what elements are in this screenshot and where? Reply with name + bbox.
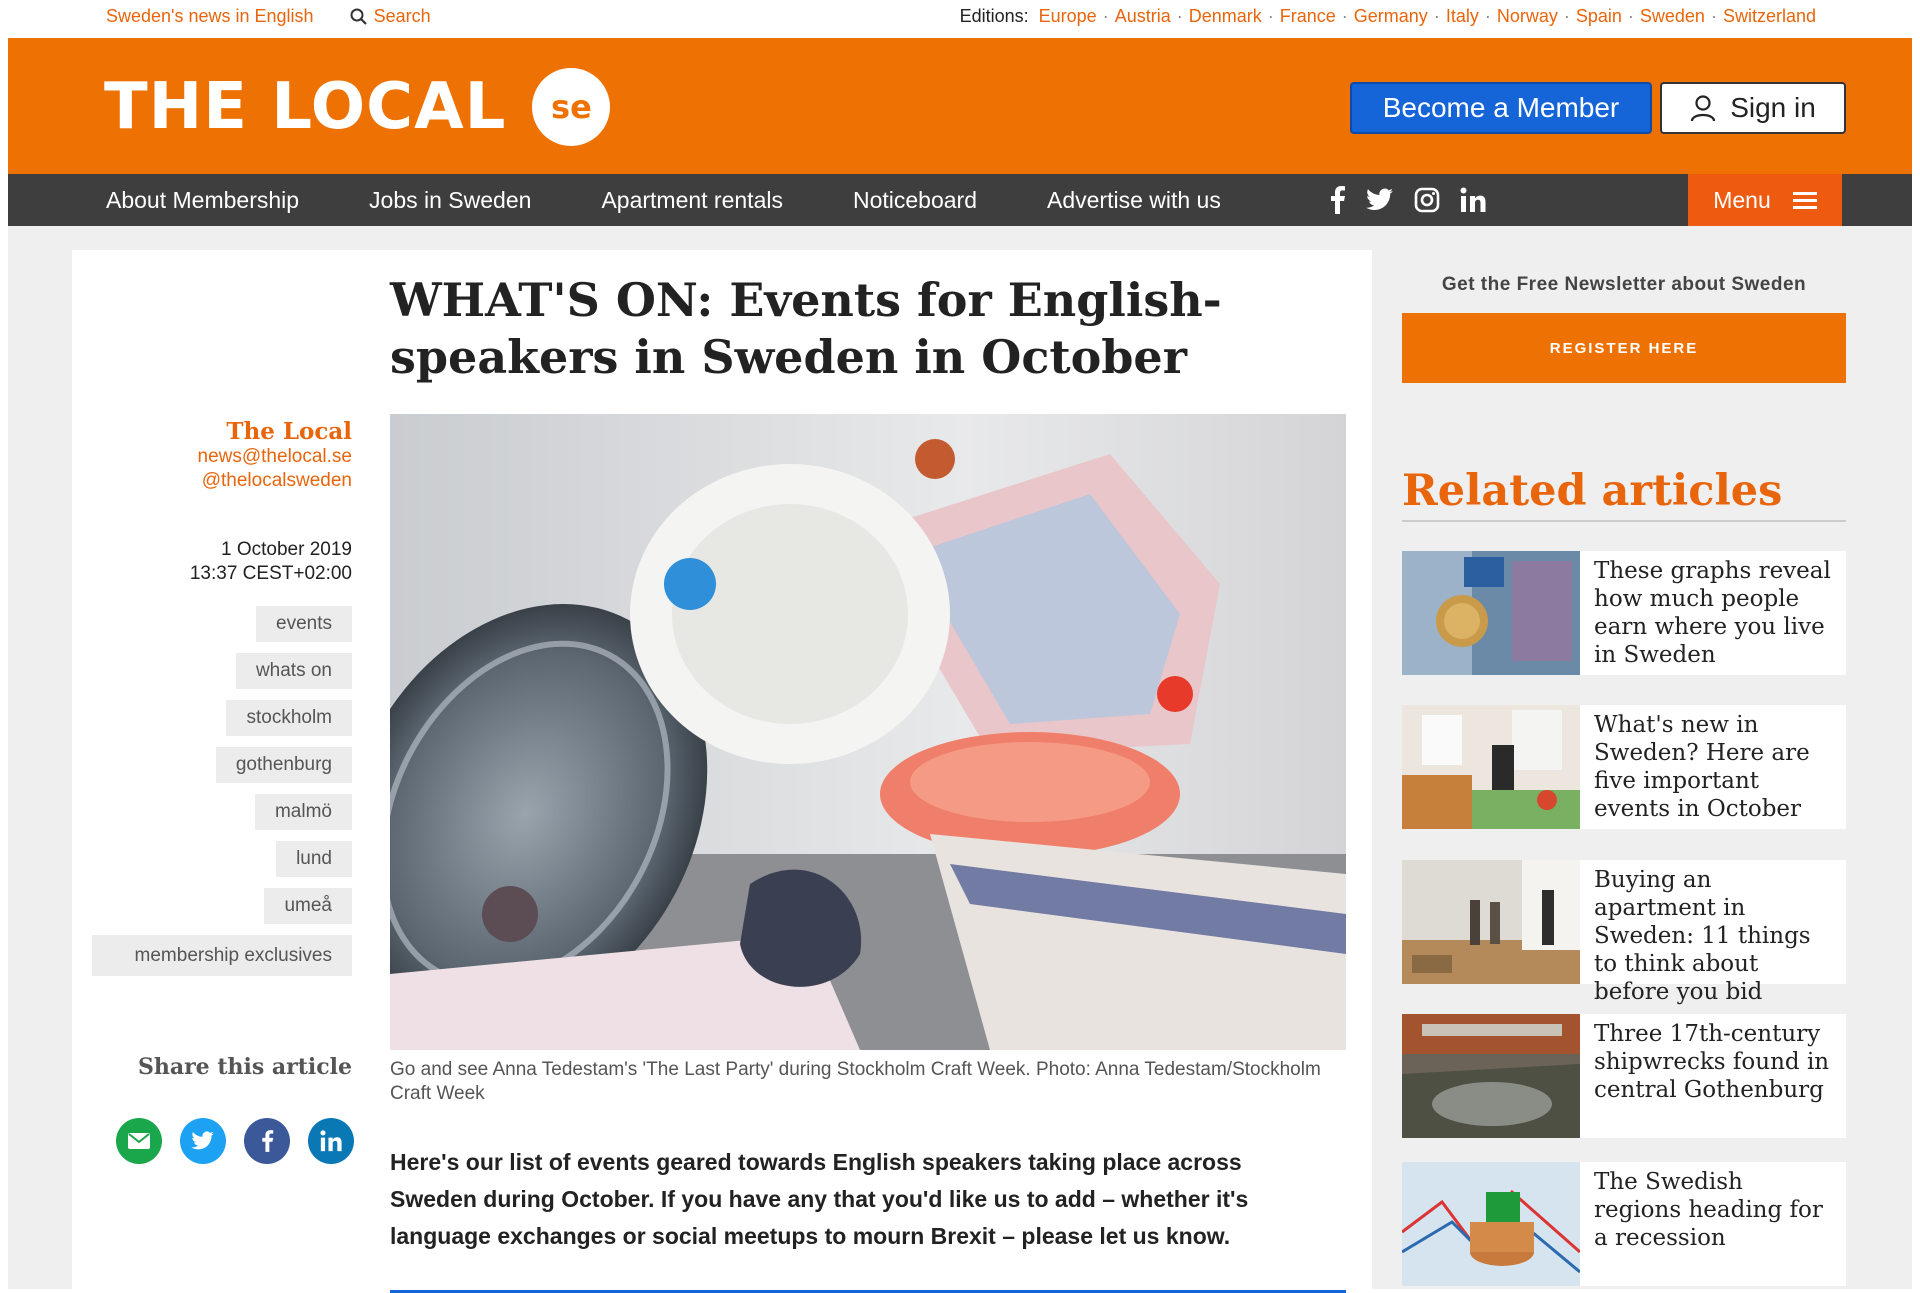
share-linkedin-button[interactable] [308, 1118, 354, 1164]
utility-bar: Sweden's news in English Search Editions… [0, 0, 1920, 36]
related-article-2[interactable]: What's new in Sweden? Here are five impo… [1402, 705, 1846, 829]
related-title: These graphs reveal how much people earn… [1594, 558, 1831, 668]
editions-label: Editions: [959, 6, 1029, 26]
user-icon [1691, 95, 1716, 122]
edition-germany[interactable]: Germany [1354, 6, 1428, 27]
share-buttons [116, 1118, 354, 1164]
tag-list: events whats on stockholm gothenburg mal… [92, 606, 352, 976]
edition-denmark[interactable]: Denmark [1189, 6, 1262, 27]
tag-stockholm[interactable]: stockholm [226, 700, 352, 736]
search-label: Search [373, 6, 431, 26]
image-caption: Go and see Anna Tedestam's 'The Last Par… [390, 1059, 1321, 1104]
edition-europe[interactable]: Europe [1039, 6, 1097, 27]
become-member-button[interactable]: Become a Member [1350, 82, 1652, 134]
masthead: THE LOCAL se Become a Member Sign in [8, 38, 1912, 174]
search-icon [350, 8, 367, 25]
tag-whats-on[interactable]: whats on [235, 653, 352, 689]
twitter-icon[interactable] [1366, 188, 1394, 212]
sign-in-button[interactable]: Sign in [1660, 82, 1846, 134]
tag-umea[interactable]: umeå [264, 888, 352, 924]
tag-gothenburg[interactable]: gothenburg [215, 747, 352, 783]
hamburger-icon [1792, 192, 1817, 209]
sign-in-label: Sign in [1730, 92, 1816, 123]
edition-sweden[interactable]: Sweden [1640, 6, 1705, 27]
edition-italy[interactable]: Italy [1446, 6, 1479, 27]
newsletter-label: Get the Free Newsletter about Sweden [1441, 274, 1807, 295]
main-nav: About Membership Jobs in Sweden Apartmen… [8, 174, 1912, 226]
linkedin-icon[interactable] [1460, 187, 1486, 213]
share-twitter-button[interactable] [180, 1118, 226, 1164]
logo-badge: se [532, 68, 611, 146]
twitter-icon [191, 1131, 214, 1150]
tagline-link[interactable]: Sweden's news in English [106, 6, 314, 27]
facebook-icon[interactable] [1328, 186, 1346, 214]
related-articles-heading: Related articles [1402, 466, 1783, 516]
edition-france[interactable]: France [1280, 6, 1336, 27]
author-block: The Local news@thelocal.se @thelocalswed… [120, 418, 352, 493]
related-title: What's new in Sweden? Here are five impo… [1594, 712, 1810, 822]
article-title: WHAT'S ON: Events for English-speakers i… [390, 273, 1222, 384]
logo-wordmark: THE LOCAL [104, 70, 507, 144]
site-logo[interactable]: THE LOCAL se [104, 68, 611, 146]
related-thumbnail [1402, 1014, 1580, 1138]
related-title: Buying an apartment in Sweden: 11 things… [1594, 867, 1811, 1005]
tag-membership-exclusives[interactable]: membership exclusives [92, 935, 352, 976]
nav-advertise[interactable]: Advertise with us [1047, 187, 1221, 214]
article-hero-image [390, 414, 1346, 1050]
tag-lund[interactable]: lund [276, 841, 352, 877]
date-line: 1 October 2019 [221, 539, 352, 560]
instagram-icon[interactable] [1414, 187, 1440, 213]
share-email-button[interactable] [116, 1118, 162, 1164]
article-lede: Here's our list of events geared towards… [390, 1149, 1249, 1249]
email-icon [128, 1133, 150, 1149]
related-article-3[interactable]: Buying an apartment in Sweden: 11 things… [1402, 860, 1846, 1005]
related-article-5[interactable]: The Swedish regions heading for a recess… [1402, 1162, 1846, 1286]
related-thumbnail [1402, 551, 1580, 675]
publish-date: 1 October 2019 13:37 CEST+02:00 [120, 538, 352, 586]
nav-jobs[interactable]: Jobs in Sweden [369, 187, 531, 214]
newsletter-register-button[interactable]: REGISTER HERE [1402, 313, 1846, 383]
related-title: Three 17th-century shipwrecks found in c… [1594, 1021, 1830, 1103]
menu-label: Menu [1713, 186, 1771, 213]
edition-austria[interactable]: Austria [1115, 6, 1171, 27]
search-link[interactable]: Search [350, 6, 431, 27]
share-label: Share this article [137, 1054, 352, 1080]
editions-list: Editions: Europe · Austria · Denmark · Fran… [959, 6, 1816, 27]
related-article-4[interactable]: Three 17th-century shipwrecks found in c… [1402, 1014, 1846, 1138]
edition-switzerland[interactable]: Switzerland [1723, 6, 1816, 27]
social-links [1328, 186, 1486, 214]
tag-malmo[interactable]: malmö [254, 794, 352, 830]
related-thumbnail [1402, 1162, 1580, 1286]
edition-spain[interactable]: Spain [1576, 6, 1622, 27]
edition-norway[interactable]: Norway [1497, 6, 1558, 27]
author-email[interactable]: news@thelocal.se [120, 445, 352, 469]
nav-apartment-rentals[interactable]: Apartment rentals [601, 187, 783, 214]
nav-noticeboard[interactable]: Noticeboard [853, 187, 977, 214]
time-line: 13:37 CEST+02:00 [189, 563, 352, 584]
related-title: The Swedish regions heading for a recess… [1594, 1169, 1823, 1251]
author-name[interactable]: The Local [120, 418, 352, 445]
linkedin-icon [320, 1130, 342, 1152]
author-twitter[interactable]: @thelocalsweden [120, 469, 352, 493]
tag-events[interactable]: events [256, 606, 352, 642]
nav-about-membership[interactable]: About Membership [106, 187, 299, 214]
menu-button[interactable]: Menu [1688, 174, 1842, 226]
related-thumbnail [1402, 860, 1580, 984]
share-facebook-button[interactable] [244, 1118, 290, 1164]
related-thumbnail [1402, 705, 1580, 829]
facebook-icon [262, 1130, 274, 1152]
related-divider [1402, 520, 1846, 522]
related-article-1[interactable]: These graphs reveal how much people earn… [1402, 551, 1846, 675]
